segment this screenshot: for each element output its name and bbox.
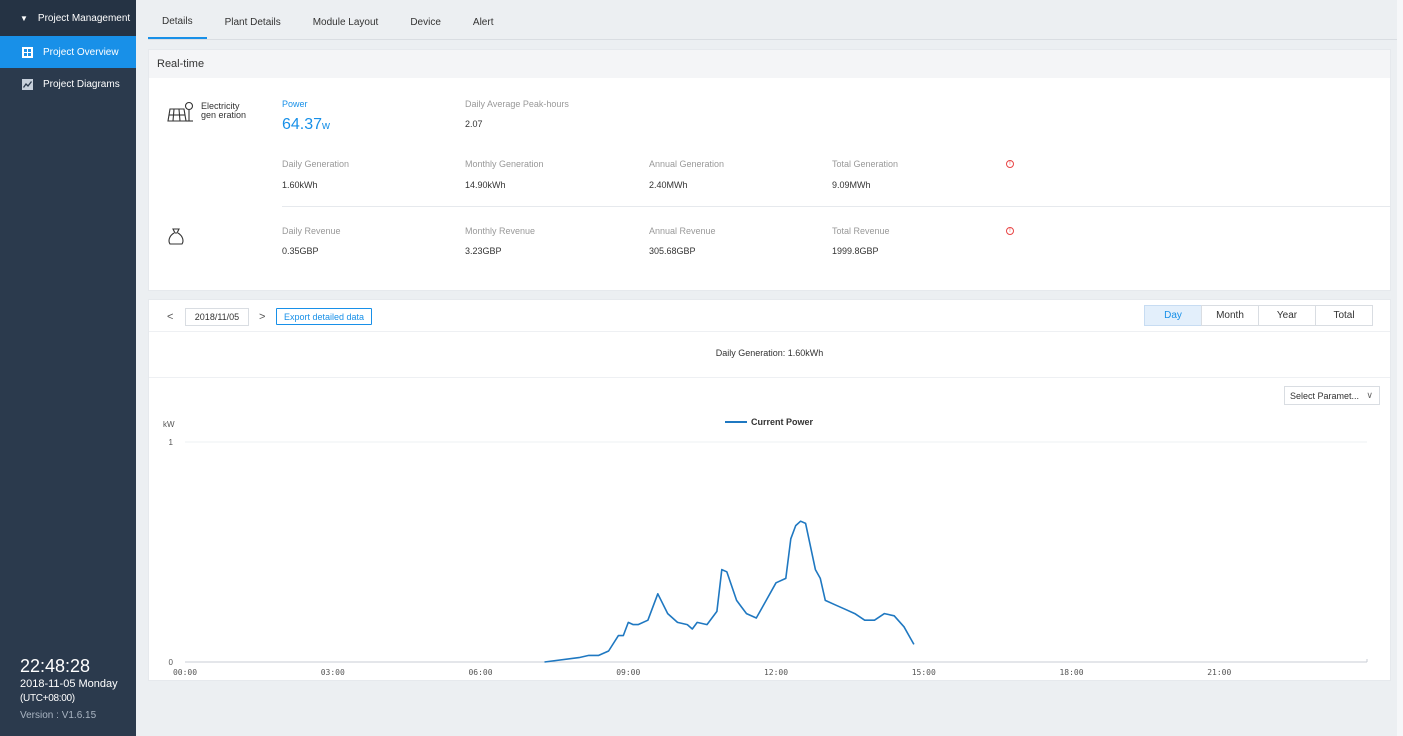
total-revenue-value: 1999.8GBP xyxy=(832,246,879,256)
total-generation-value: 9.09MWh xyxy=(832,180,871,190)
daily-generation-label: Daily Generation xyxy=(282,159,350,169)
power-number: 64.37 xyxy=(282,116,323,133)
power-chart: kW 0 1 00:00 03:00 06:00 09:00 12:00 15:00 18:00 2… xyxy=(163,417,1368,677)
caret-down-icon: ▼ xyxy=(20,13,28,23)
clock-time: 22:48:28 xyxy=(20,656,91,676)
period-total[interactable]: Total xyxy=(1315,305,1373,326)
y-axis-label: kW xyxy=(163,420,175,429)
chart-icon xyxy=(21,78,33,90)
x-tick-label: 21:00 xyxy=(1207,668,1231,677)
y-tick-label: 1 xyxy=(169,438,174,447)
tab-bar: Details Plant Details Module Layout Devi… xyxy=(148,6,1402,40)
money-bag-icon xyxy=(167,228,185,249)
power-value: 64.37w xyxy=(282,116,330,134)
tab-details[interactable]: Details xyxy=(148,6,207,39)
daily-revenue-label: Daily Revenue xyxy=(282,226,341,236)
total-generation-label: Total Generation xyxy=(832,159,899,169)
x-tick-label: 12:00 xyxy=(764,668,788,677)
sidebar-header[interactable]: ▼ Project Management xyxy=(0,0,136,36)
tab-device[interactable]: Device xyxy=(396,6,455,39)
divider xyxy=(149,331,1390,332)
x-tick-label: 00:00 xyxy=(173,668,197,677)
tab-module-layout[interactable]: Module Layout xyxy=(299,6,393,39)
solar-panel-icon xyxy=(166,101,196,126)
annual-generation-value: 2.40MWh xyxy=(649,180,688,190)
annual-revenue-value: 305.68GBP xyxy=(649,246,696,256)
clock-timezone: (UTC+08:00) xyxy=(20,693,75,704)
main-content: Details Plant Details Module Layout Devi… xyxy=(136,0,1403,736)
divider xyxy=(282,206,1390,207)
daily-generation-summary: Daily Generation: 1.60kWh xyxy=(715,348,824,358)
period-day[interactable]: Day xyxy=(1144,305,1202,326)
monthly-revenue-label: Monthly Revenue xyxy=(465,226,536,236)
sidebar-item-label: Project Overview xyxy=(43,46,119,58)
x-tick-label: 03:00 xyxy=(321,668,345,677)
period-month[interactable]: Month xyxy=(1201,305,1259,326)
version-label: Version : V1.6.15 xyxy=(20,710,97,721)
x-tick-label: 15:00 xyxy=(912,668,936,677)
scroll-strip xyxy=(1397,0,1403,736)
chart-card: < 2018/11/05 > Export detailed data Day … xyxy=(148,299,1391,681)
series-line-current-power xyxy=(544,520,915,663)
prev-date-button[interactable]: < xyxy=(167,311,173,323)
sidebar-item-label: Project Diagrams xyxy=(43,78,120,90)
power-label: Power xyxy=(282,99,308,109)
realtime-card: Real-time Electricity gen eration Power … xyxy=(148,49,1391,291)
monthly-generation-label: Monthly Generation xyxy=(465,159,544,169)
daily-generation-value: 1.60kWh xyxy=(282,180,318,190)
tab-alert[interactable]: Alert xyxy=(459,6,508,39)
daily-revenue-value: 0.35GBP xyxy=(282,246,319,256)
legend-label: Current Power xyxy=(751,417,814,427)
power-unit: w xyxy=(322,120,330,132)
chevron-down-icon: ∨ xyxy=(1366,390,1373,400)
realtime-title: Real-time xyxy=(149,50,1390,78)
parameter-select[interactable]: Select Paramet... ∨ xyxy=(1284,386,1380,405)
warning-icon[interactable]: ! xyxy=(1006,160,1014,168)
parameter-select-value: Select Paramet... xyxy=(1290,390,1360,401)
grid-icon xyxy=(21,46,33,58)
peak-hours-label: Daily Average Peak-hours xyxy=(465,99,569,109)
warning-icon[interactable]: ! xyxy=(1006,227,1014,235)
monthly-revenue-value: 3.23GBP xyxy=(465,246,502,256)
period-year[interactable]: Year xyxy=(1258,305,1316,326)
sidebar-item-project-diagrams[interactable]: Project Diagrams xyxy=(0,68,136,100)
generation-label: Electricity gen eration xyxy=(201,101,247,120)
sidebar-item-project-overview[interactable]: Project Overview xyxy=(0,36,136,68)
export-button[interactable]: Export detailed data xyxy=(276,308,372,325)
clock-panel: 22:48:28 2018-11-05 Monday (UTC+08:00) V… xyxy=(20,655,118,721)
monthly-generation-value: 14.90kWh xyxy=(465,180,506,190)
clock-date: 2018-11-05 Monday xyxy=(20,678,118,690)
annual-revenue-label: Annual Revenue xyxy=(649,226,716,236)
date-picker[interactable]: 2018/11/05 xyxy=(185,308,249,326)
peak-hours-value: 2.07 xyxy=(465,119,483,129)
x-tick-label: 18:00 xyxy=(1059,668,1083,677)
sidebar: ▼ Project Management Project Overview Pr… xyxy=(0,0,136,736)
annual-generation-label: Annual Generation xyxy=(649,159,725,169)
y-tick-label: 0 xyxy=(169,658,174,667)
next-date-button[interactable]: > xyxy=(259,311,265,323)
total-revenue-label: Total Revenue xyxy=(832,226,890,236)
period-selector: Day Month Year Total xyxy=(1144,305,1373,326)
tab-plant-details[interactable]: Plant Details xyxy=(211,6,295,39)
divider xyxy=(149,377,1390,378)
sidebar-header-label: Project Management xyxy=(37,12,131,24)
x-tick-label: 06:00 xyxy=(468,668,492,677)
x-tick-label: 09:00 xyxy=(616,668,640,677)
